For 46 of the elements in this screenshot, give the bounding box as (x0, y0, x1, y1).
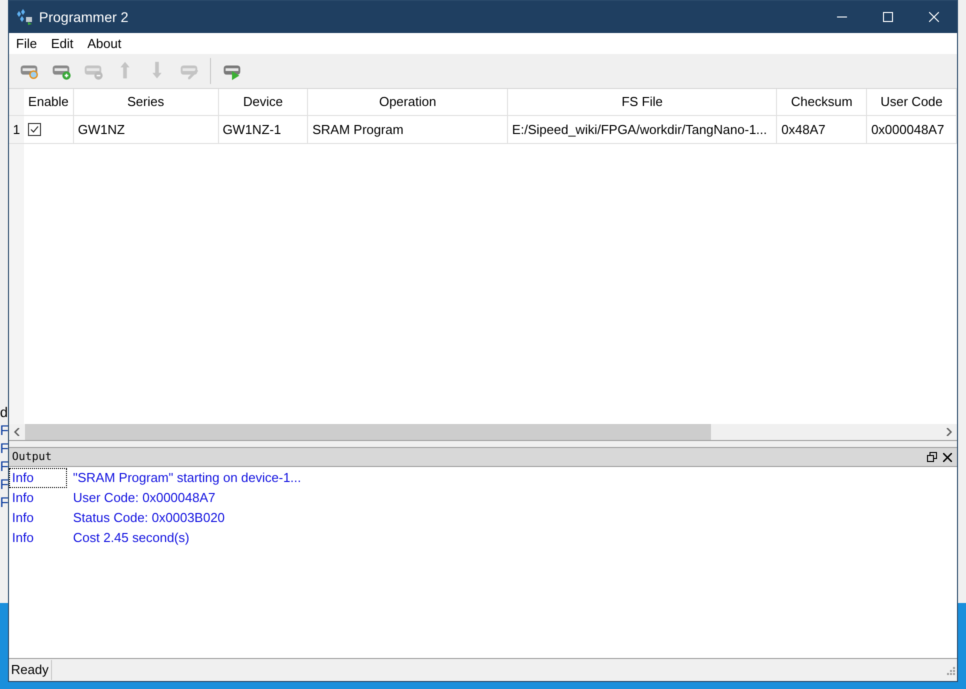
log-level[interactable]: Info (9, 528, 67, 548)
row-number: 1 (9, 116, 24, 143)
log-level[interactable]: Info (9, 468, 67, 488)
table-cell: SRAM Program (308, 116, 508, 143)
column-header[interactable]: User Code (867, 89, 957, 115)
menu-item[interactable]: About (80, 34, 128, 54)
column-header[interactable]: Checksum (777, 89, 868, 115)
log-level[interactable]: Info (9, 488, 67, 508)
column-header[interactable]: FS File (508, 89, 778, 115)
background-window-text: F (0, 475, 9, 493)
maximize-icon (883, 12, 893, 22)
resize-grip-icon[interactable] (945, 665, 955, 675)
background-window-text: F (0, 457, 9, 475)
menu-item[interactable]: File (9, 34, 44, 54)
background-window-text: F (0, 439, 9, 457)
background-window-text: d (0, 403, 9, 421)
column-header[interactable]: Operation (308, 89, 508, 115)
column-header[interactable]: Series (74, 89, 219, 115)
enable-checkbox[interactable] (28, 123, 41, 136)
status-text: Ready (9, 660, 52, 680)
output-title: Output (12, 448, 52, 465)
table-cell: GW1NZ (74, 116, 219, 143)
scroll-right-icon (945, 428, 953, 436)
log-level[interactable]: Info (9, 508, 67, 528)
check-icon (30, 125, 39, 134)
column-header[interactable]: Enable (24, 89, 74, 115)
restore-icon[interactable] (927, 452, 937, 462)
horizontal-scrollbar[interactable] (9, 424, 957, 440)
scrollbar-thumb[interactable] (25, 424, 711, 440)
app-icon (17, 9, 33, 25)
table-cell: 0x000048A7 (867, 116, 957, 143)
background-window-text: F (0, 421, 9, 439)
table-cell: 0x48A7 (777, 116, 868, 143)
scroll-left-icon (13, 428, 21, 436)
background-window-text: F (0, 493, 9, 511)
close-icon (929, 12, 939, 22)
column-header[interactable]: Device (218, 89, 308, 115)
menu-item[interactable]: Edit (44, 34, 80, 54)
table-cell: GW1NZ-1 (218, 116, 308, 143)
log-message: User Code: 0x000048A7 (73, 489, 216, 508)
window-title: Programmer 2 (39, 8, 128, 27)
table-cell: E:/Sipeed_wiki/FPGA/workdir/TangNano-1... (508, 116, 778, 143)
log-message: "SRAM Program" starting on device-1... (73, 469, 302, 488)
close-icon[interactable] (943, 452, 952, 462)
log-message: Cost 2.45 second(s) (73, 529, 190, 548)
log-message: Status Code: 0x0003B020 (73, 509, 225, 528)
